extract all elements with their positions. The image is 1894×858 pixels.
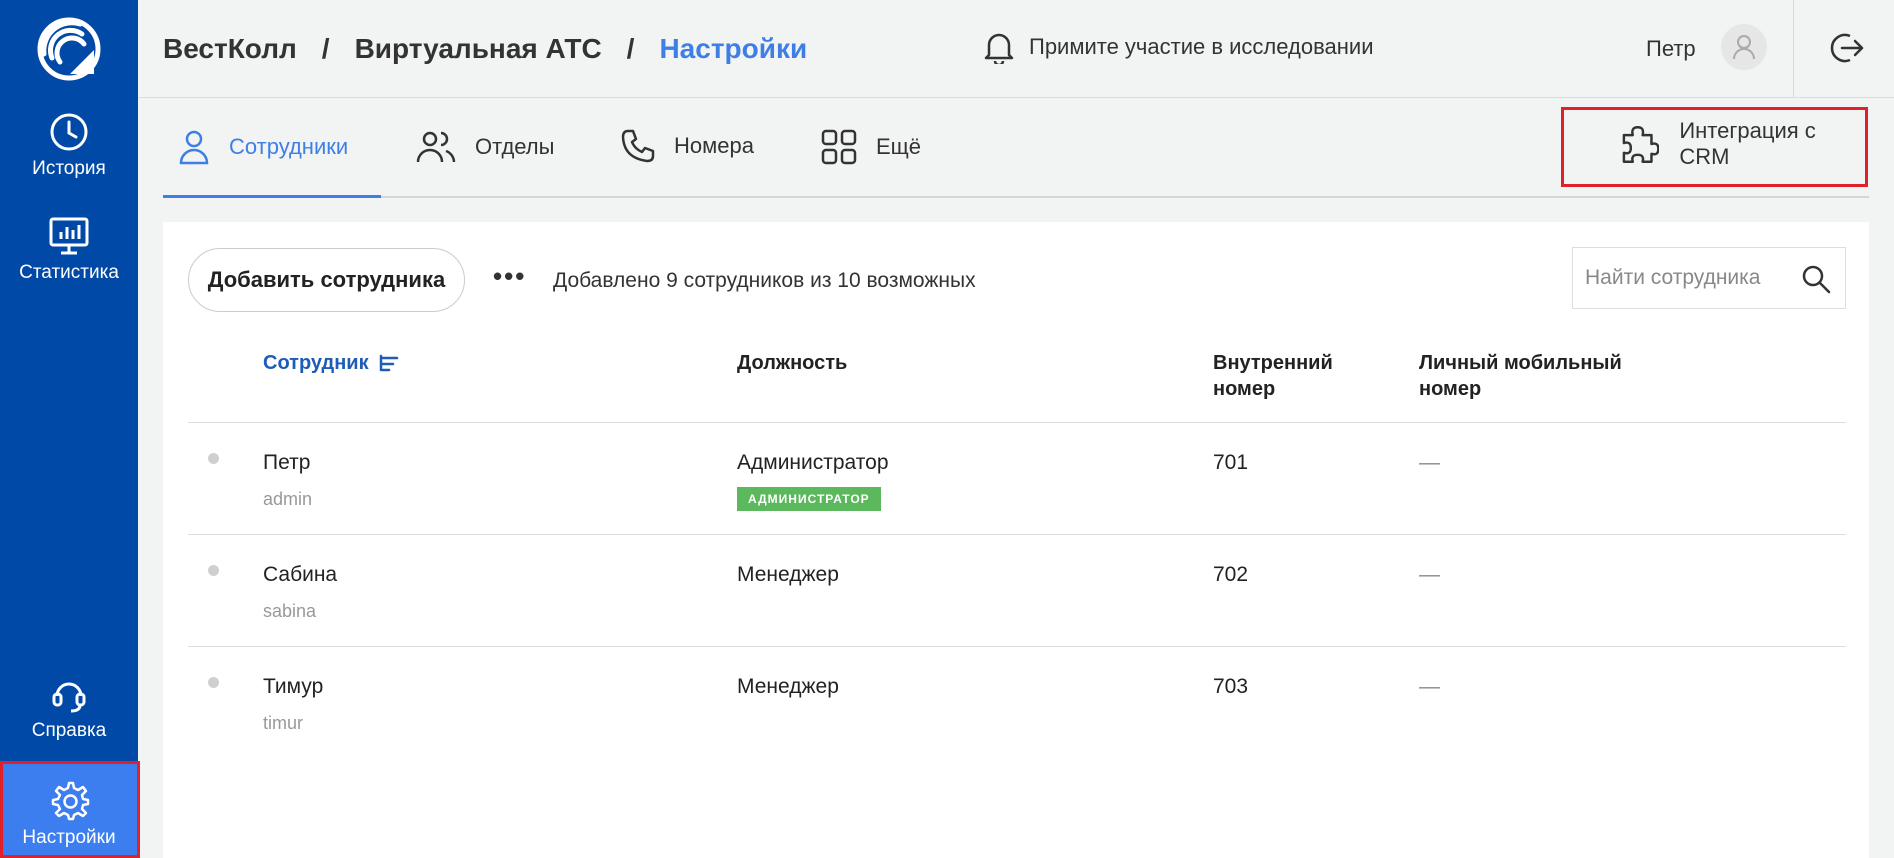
table-row[interactable]: Сабина sabina Менеджер 702 — — [188, 534, 1846, 646]
column-header-position: Должность — [737, 352, 848, 374]
user-icon — [1733, 35, 1755, 60]
people-icon — [416, 131, 456, 163]
phone-icon — [621, 129, 655, 163]
puzzle-icon — [1622, 125, 1660, 163]
crm-integration-label: Интеграция с CRM — [1679, 117, 1816, 169]
internal-number: 702 — [1213, 563, 1249, 586]
add-employee-button[interactable]: Добавить сотрудника — [188, 248, 465, 312]
bell-icon — [984, 33, 1014, 64]
nav-help[interactable]: Справка — [0, 674, 138, 742]
active-tab-indicator — [163, 195, 381, 198]
table-row[interactable]: Петр admin Администратор АДМИНИСТРАТОР 7… — [188, 422, 1846, 534]
breadcrumb: ВестКолл / Виртуальная АТС / Настройки — [163, 33, 807, 65]
grid-icon — [821, 129, 857, 165]
tab-employees[interactable]: Сотрудники — [177, 128, 348, 166]
breadcrumb-separator: / — [626, 33, 635, 64]
employee-name[interactable]: Сабина — [263, 563, 337, 587]
research-text: Примите участие в исследовании — [1029, 34, 1374, 59]
tab-bar: Сотрудники Отделы Номера Ещё Интеграция … — [163, 98, 1869, 198]
nav-settings-label: Настройки — [22, 827, 116, 848]
crm-integration-button[interactable]: Интеграция с CRM — [1593, 116, 1869, 171]
header-divider — [1793, 0, 1794, 98]
avatar[interactable] — [1721, 24, 1767, 70]
tab-numbers[interactable]: Номера — [620, 128, 754, 164]
mobile-number: — — [1419, 563, 1440, 586]
sort-icon[interactable] — [379, 354, 399, 372]
tab-more-label: Ещё — [876, 134, 922, 159]
column-header-employee-label: Сотрудник — [263, 352, 369, 374]
employee-login: admin — [263, 489, 313, 509]
breadcrumb-pbx[interactable]: Виртуальная АТС — [355, 33, 602, 65]
employee-count-text: Добавлено 9 сотрудников из 10 возможных — [553, 269, 976, 292]
employee-position: Администратор — [737, 451, 889, 474]
column-header-internal-number: Внутренний номер — [1213, 352, 1333, 400]
breadcrumb-current: Настройки — [659, 33, 808, 64]
mobile-number: — — [1419, 451, 1440, 474]
status-dot — [208, 453, 219, 464]
nav-help-label: Справка — [31, 720, 107, 741]
employee-position: Менеджер — [737, 563, 839, 586]
person-icon — [179, 130, 209, 165]
role-badge: АДМИНИСТРАТОР — [737, 487, 881, 511]
mobile-number: — — [1419, 675, 1440, 698]
more-options-icon[interactable]: ••• — [493, 263, 526, 289]
search-input[interactable] — [1573, 248, 1788, 308]
headset-icon — [52, 682, 86, 713]
nav-statistics-label: Статистика — [19, 262, 119, 283]
wifi-logo-icon[interactable] — [36, 16, 102, 82]
internal-number: 701 — [1213, 451, 1249, 474]
nav-settings[interactable]: Настройки — [0, 763, 138, 858]
table-row[interactable]: Тимур timur Менеджер 703 — — [188, 646, 1846, 758]
monitor-chart-icon — [49, 217, 89, 255]
clock-icon — [50, 113, 88, 151]
employees-panel: Добавить сотрудника ••• Добавлено 9 сотр… — [163, 222, 1869, 858]
tab-departments-label: Отделы — [475, 134, 555, 159]
employee-position: Менеджер — [737, 675, 839, 698]
tab-employees-label: Сотрудники — [229, 134, 349, 159]
sidebar: История Статистика Справка Настройки — [0, 0, 138, 858]
logout-icon[interactable] — [1828, 30, 1864, 66]
research-link[interactable]: Примите участие в исследовании — [983, 30, 1374, 64]
nav-history[interactable]: История — [0, 112, 138, 180]
column-header-mobile-number: Личный мобильный номер — [1419, 352, 1622, 400]
tab-numbers-label: Номера — [674, 133, 754, 158]
internal-number: 703 — [1213, 675, 1249, 698]
header: ВестКолл / Виртуальная АТС / Настройки П… — [138, 0, 1894, 98]
column-header-employee[interactable]: Сотрудник — [263, 350, 399, 376]
user-name[interactable]: Петр — [1646, 36, 1696, 62]
search-field[interactable] — [1572, 247, 1846, 309]
nav-statistics[interactable]: Статистика — [0, 216, 138, 284]
tab-departments[interactable]: Отделы — [415, 128, 554, 166]
nav-history-label: История — [32, 158, 106, 179]
search-icon[interactable] — [1801, 264, 1831, 294]
employee-login: sabina — [263, 601, 317, 621]
tab-more[interactable]: Ещё — [820, 128, 921, 166]
breadcrumb-company[interactable]: ВестКолл — [163, 33, 297, 65]
breadcrumb-separator: / — [321, 33, 330, 64]
employee-name[interactable]: Петр — [263, 451, 310, 475]
status-dot — [208, 565, 219, 576]
status-dot — [208, 677, 219, 688]
employee-name[interactable]: Тимур — [263, 675, 323, 699]
gear-icon — [51, 781, 90, 821]
employee-login: timur — [263, 713, 303, 733]
